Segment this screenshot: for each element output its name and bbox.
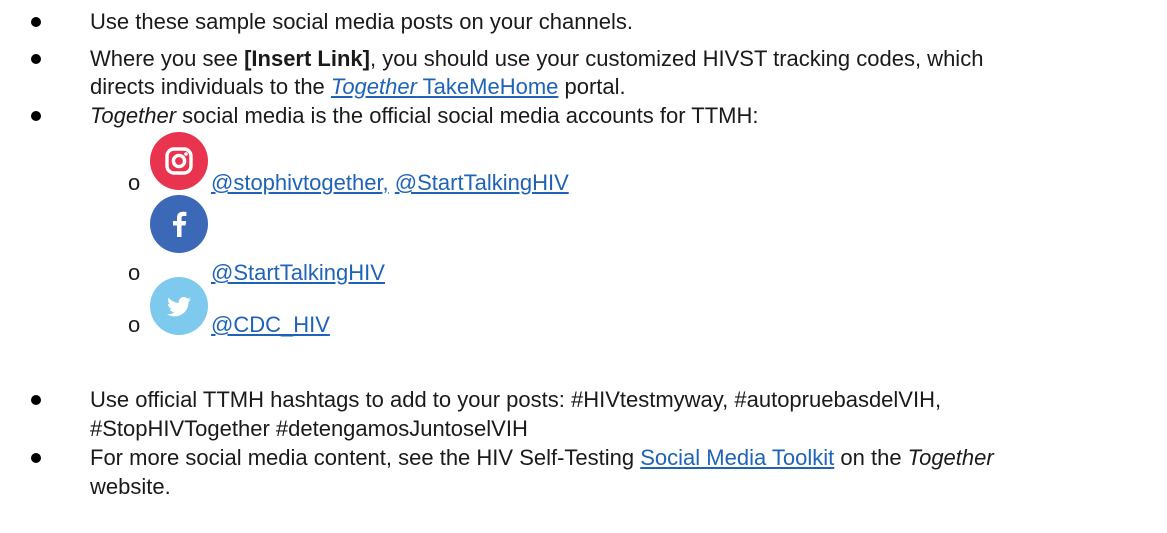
instagram-handles: @stophivtogether, @StartTalkingHIV [211,170,569,196]
together-takemehome-link[interactable]: Together TakeMeHome [331,74,558,99]
facebook-icon [150,195,208,253]
bullet-text-2-cont: directs individuals to the Together Take… [90,74,626,99]
instagram-handle-stophivtogether[interactable]: @stophivtogether, [211,170,389,195]
bullet-dot [31,111,41,121]
bullet-text-4-cont: #StopHIVTogether #detengamosJuntoselVIH [90,416,528,441]
bullet-text-1: Use these sample social media posts on y… [90,9,633,34]
bullet-dot [31,395,41,405]
facebook-handles: @StartTalkingHIV [211,260,385,286]
instagram-handle-starttalkinghiv[interactable]: @StartTalkingHIV [395,170,569,195]
bullet-dot [31,17,41,27]
sub-bullet-marker: o [128,260,141,285]
bullet-text-5: For more social media content, see the H… [90,445,994,470]
bullet-dot [31,54,41,64]
bullet-text-3: Together social media is the official so… [90,103,759,128]
twitter-handles: @CDC_HIV [211,312,330,338]
bullet-text-4: Use official TTMH hashtags to add to you… [90,387,942,412]
bullet-dot [31,453,41,463]
sub-bullet-marker: o [128,312,141,337]
instagram-icon [150,132,208,190]
sub-bullet-marker: o [128,170,141,195]
bullet-text-2: Where you see [Insert Link], you should … [90,46,984,71]
facebook-handle-starttalkinghiv[interactable]: @StartTalkingHIV [211,260,385,285]
social-media-toolkit-link[interactable]: Social Media Toolkit [640,445,834,470]
insert-link-label: [Insert Link] [244,46,370,71]
twitter-icon [150,277,208,335]
twitter-handle-cdc-hiv[interactable]: @CDC_HIV [211,312,330,337]
bullet-text-5-cont: website. [90,474,171,499]
